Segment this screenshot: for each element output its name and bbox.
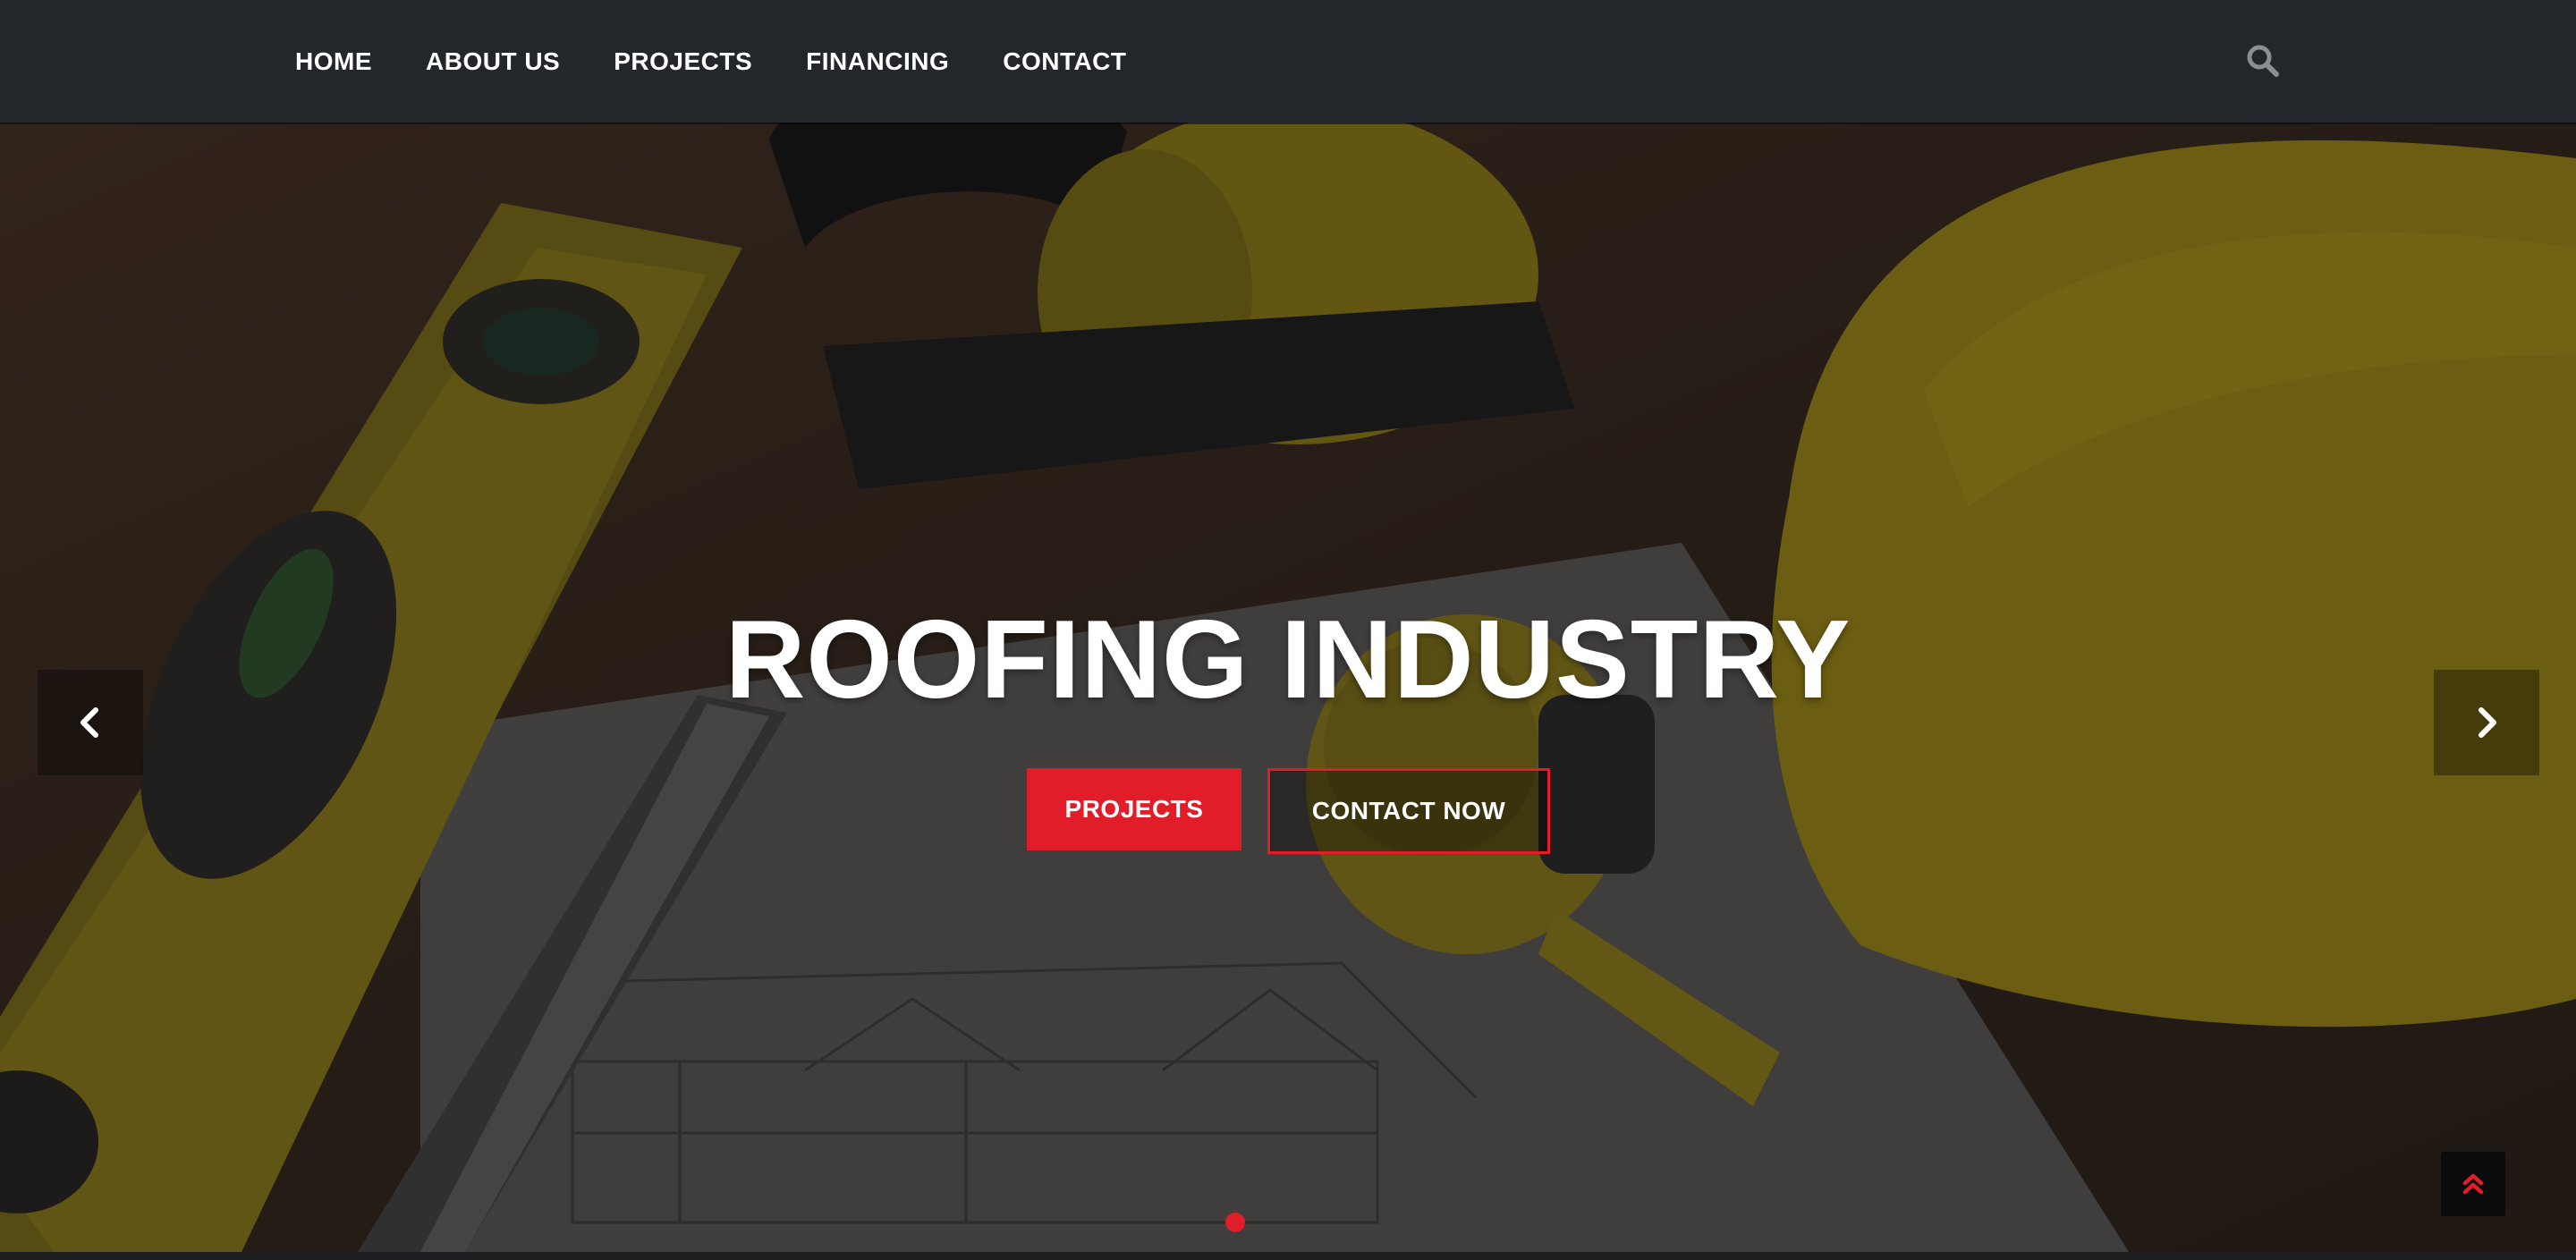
top-navbar: HOME ABOUT US PROJECTS FINANCING CONTACT xyxy=(0,0,2576,123)
slider-dot-active[interactable] xyxy=(1225,1213,1245,1232)
hero-slider: ROOFING INDUSTRY PROJECTS CONTACT NOW xyxy=(0,123,2576,1252)
search-icon[interactable] xyxy=(2245,43,2281,79)
slider-prev-button[interactable] xyxy=(38,670,143,775)
chevron-right-icon xyxy=(2479,707,2496,738)
hero-title: ROOFING INDUSTRY xyxy=(724,598,1852,722)
slider-next-button[interactable] xyxy=(2434,670,2539,775)
nav-item-financing[interactable]: FINANCING xyxy=(806,47,949,76)
scroll-to-top-button[interactable] xyxy=(2441,1152,2505,1216)
nav-item-about-us[interactable]: ABOUT US xyxy=(426,47,560,76)
nav-item-projects[interactable]: PROJECTS xyxy=(614,47,752,76)
main-nav: HOME ABOUT US PROJECTS FINANCING CONTACT xyxy=(295,0,1181,123)
nav-item-home[interactable]: HOME xyxy=(295,47,372,76)
projects-button[interactable]: PROJECTS xyxy=(1027,768,1241,850)
contact-now-button[interactable]: CONTACT NOW xyxy=(1267,768,1550,854)
double-chevron-up-icon xyxy=(2462,1173,2484,1195)
nav-item-contact[interactable]: CONTACT xyxy=(1003,47,1126,76)
chevron-left-icon xyxy=(80,707,98,738)
page-bottom-edge xyxy=(0,1252,2576,1260)
